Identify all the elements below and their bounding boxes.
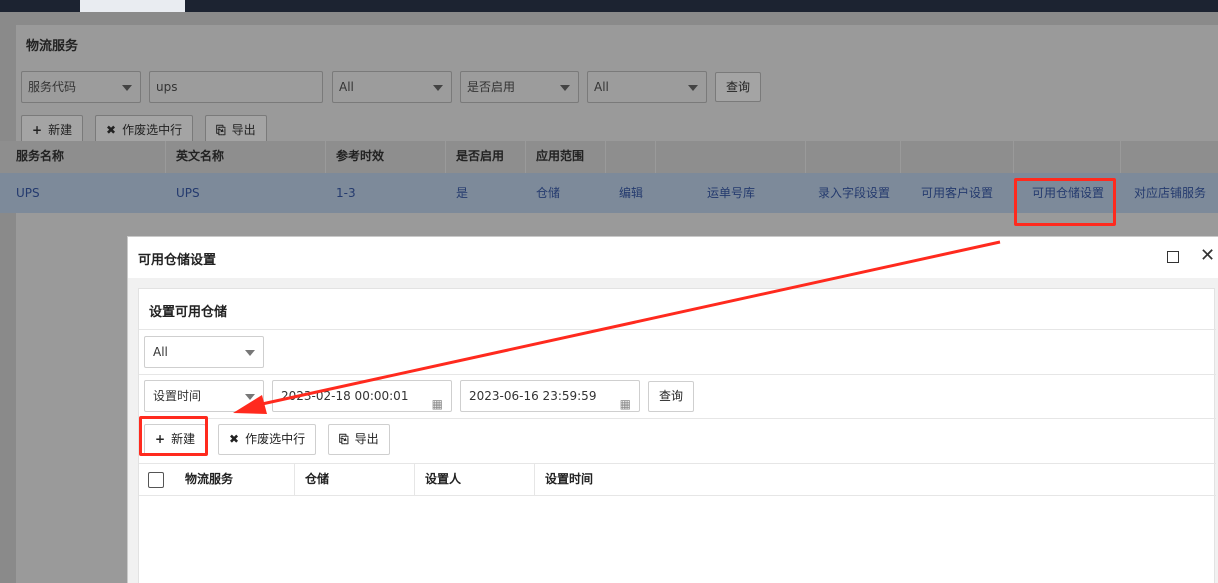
annotation-arrow — [233, 240, 1001, 414]
annotation-arrow-line — [261, 240, 1001, 406]
annotation-arrow-head — [233, 395, 267, 414]
